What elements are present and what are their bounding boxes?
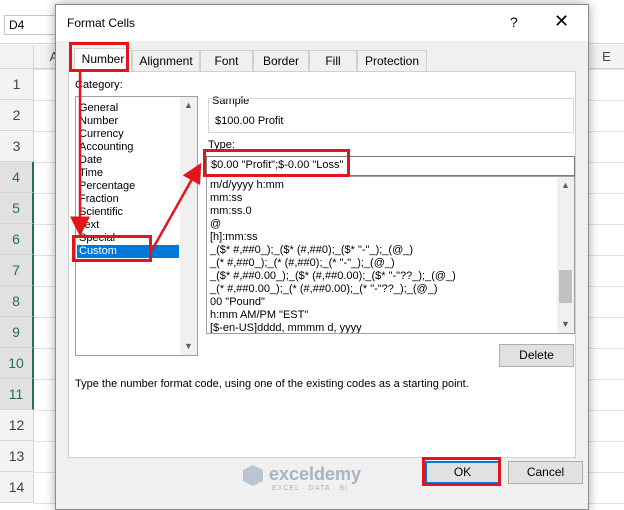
annotation-arrow-to-type [150, 162, 202, 251]
annotation-arrows [70, 72, 202, 251]
